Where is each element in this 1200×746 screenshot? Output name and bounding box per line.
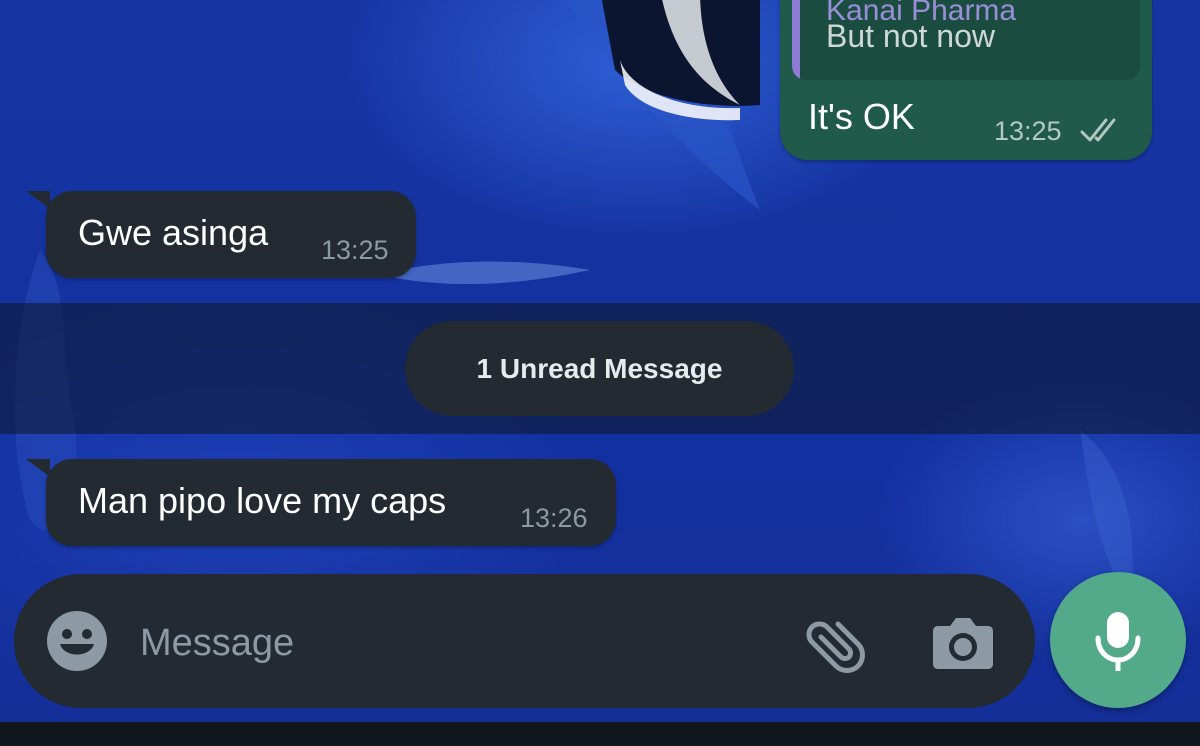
quote-text: But not now <box>826 18 995 54</box>
microphone-icon <box>1095 612 1141 671</box>
emoji-icon[interactable] <box>46 610 108 672</box>
voice-record-button[interactable] <box>1050 572 1186 708</box>
message-text: It's OK <box>808 96 915 137</box>
quote-accent-bar <box>792 0 800 80</box>
double-check-icon <box>1080 118 1116 142</box>
outgoing-message-bubble[interactable]: Kanai Pharma But not now It's OK 13:25 <box>780 0 1152 160</box>
paperclip-icon[interactable] <box>802 610 866 674</box>
bubble-tail <box>26 459 50 477</box>
quoted-reply[interactable]: Kanai Pharma But not now <box>792 0 1140 80</box>
incoming-message-bubble[interactable]: Man pipo love my caps 13:26 <box>46 459 616 546</box>
camera-icon[interactable] <box>932 614 994 670</box>
message-input[interactable] <box>138 614 782 672</box>
unread-divider-label: 1 Unread Message <box>476 352 723 384</box>
message-time: 13:25 <box>321 235 389 265</box>
message-time: 13:25 <box>994 116 1062 146</box>
incoming-message-bubble[interactable]: Gwe asinga 13:25 <box>46 191 416 278</box>
unread-divider: 1 Unread Message <box>405 321 794 416</box>
message-text: Man pipo love my caps <box>78 480 447 521</box>
message-time: 13:26 <box>520 503 588 533</box>
system-navigation-bar <box>0 722 1200 746</box>
message-composer <box>14 574 1035 708</box>
message-text: Gwe asinga <box>78 212 269 253</box>
bubble-tail <box>26 191 50 209</box>
